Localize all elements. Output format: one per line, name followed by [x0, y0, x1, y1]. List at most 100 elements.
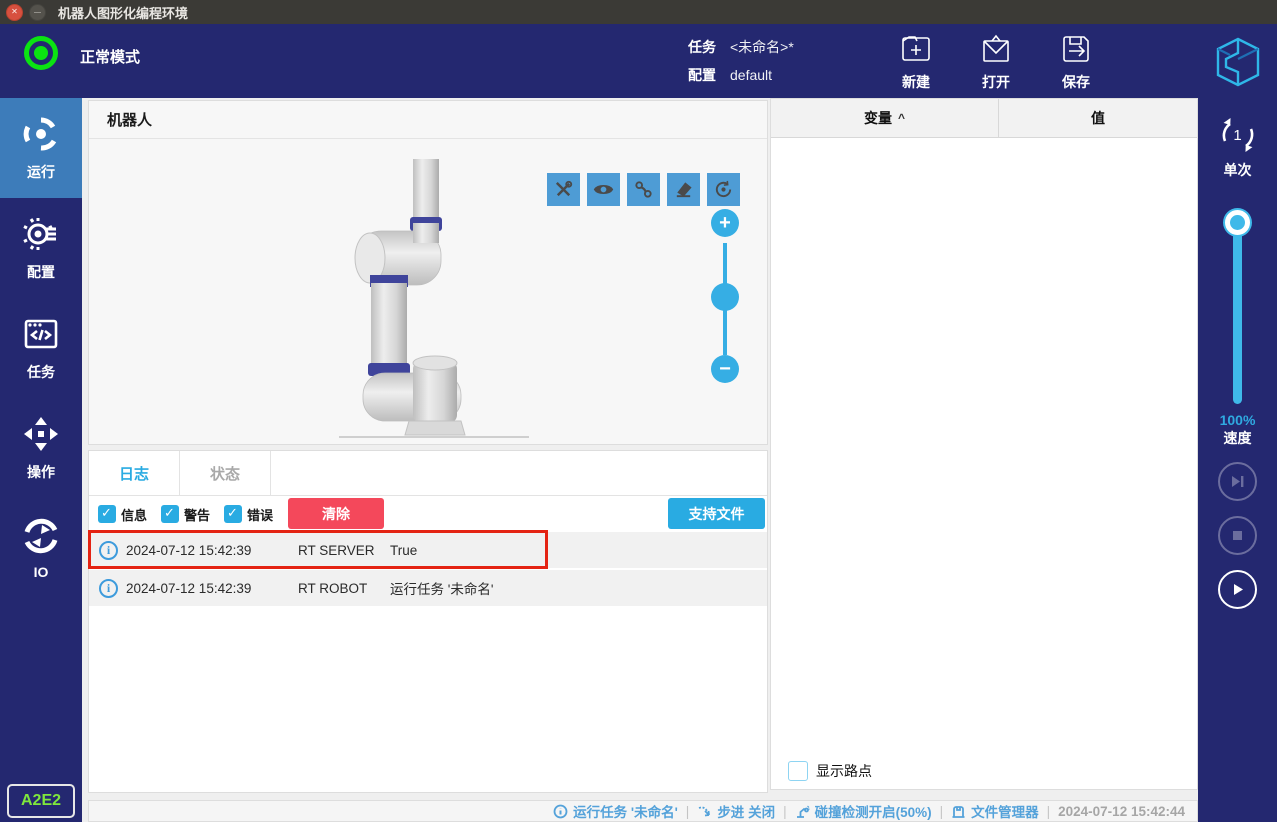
left-sidebar: 运行 配置 任务 操作 IO A2E2	[0, 98, 82, 822]
log-list: 2024-07-12 15:42:39 RT SERVER True 2024-…	[88, 530, 767, 606]
log-filter-row: 信息 警告 错误 清除 支持文件	[89, 496, 767, 532]
variables-panel: 变量 ^ 值 显示路点	[770, 98, 1198, 790]
robot-panel-title: 机器人	[89, 101, 767, 139]
status-separator: |	[783, 803, 787, 819]
reset-view-icon	[715, 180, 732, 198]
zoom-control: + −	[711, 209, 739, 383]
column-value-label: 值	[1091, 110, 1105, 126]
zoom-slider-handle[interactable]	[711, 283, 739, 311]
show-waypoints-checkbox[interactable]	[788, 761, 808, 781]
save-task-button[interactable]: 保存	[1044, 32, 1108, 92]
new-task-label: 新建	[902, 74, 930, 90]
log-time: 2024-07-12 15:42:39	[126, 580, 252, 596]
status-running-task[interactable]: 运行任务 '未命名'	[553, 801, 678, 821]
status-file-manager-label: 文件管理器	[971, 805, 1039, 820]
loop-count-indicator: 1	[1215, 112, 1261, 158]
log-row[interactable]: 2024-07-12 15:42:39 RT ROBOT 运行任务 '未命名'	[89, 570, 767, 606]
collision-icon	[796, 805, 810, 818]
robot-3d-view[interactable]	[339, 151, 529, 441]
support-files-button[interactable]: 支持文件	[668, 498, 765, 529]
filter-error-label: 错误	[247, 507, 274, 523]
config-value: default	[730, 67, 773, 83]
sidebar-item-io[interactable]: IO	[0, 498, 82, 598]
speed-slider-track[interactable]	[1233, 216, 1242, 404]
sidebar-item-config[interactable]: 配置	[0, 198, 82, 298]
open-task-button[interactable]: 打开	[964, 32, 1028, 92]
filter-error[interactable]: 错误	[224, 505, 273, 524]
tab-log[interactable]: 日志	[89, 451, 180, 496]
play-button[interactable]	[1218, 570, 1257, 609]
status-collision-detect-label: 碰撞检测开启(50%)	[814, 805, 932, 820]
sidebar-item-run-label: 运行	[27, 163, 55, 180]
info-checkbox[interactable]	[98, 505, 116, 523]
log-time: 2024-07-12 15:42:39	[126, 542, 252, 558]
speed-label: 速度	[1223, 430, 1252, 446]
task-value: <未命名>*	[730, 39, 794, 55]
filter-warning[interactable]: 警告	[161, 505, 210, 524]
variables-body	[771, 138, 1197, 753]
window-titlebar: 机器人图形化编程环境	[0, 0, 1277, 24]
status-file-manager[interactable]: 文件管理器	[951, 801, 1039, 821]
erase-button[interactable]	[667, 173, 700, 206]
speed-slider	[1198, 210, 1277, 410]
step-icon	[698, 806, 711, 816]
zoom-in-button[interactable]: +	[711, 209, 739, 237]
eraser-icon	[676, 182, 692, 198]
app-header: 正常模式 任务 <未命名>* 配置 default 新建 打开 保存	[0, 24, 1277, 98]
tools-button[interactable]	[547, 173, 580, 206]
log-row[interactable]: 2024-07-12 15:42:39 RT SERVER True	[88, 530, 767, 569]
window-minimize-icon[interactable]	[29, 3, 46, 21]
sidebar-item-task[interactable]: 任务	[0, 298, 82, 398]
io-icon	[24, 518, 58, 553]
sidebar-item-run[interactable]: 运行	[0, 98, 82, 198]
status-running-task-label: 运行任务 '未命名'	[573, 805, 678, 820]
robot-view-toolbar	[547, 173, 740, 206]
tools-icon	[555, 180, 573, 197]
stop-button[interactable]	[1218, 516, 1257, 555]
filter-info[interactable]: 信息	[98, 505, 147, 524]
status-collision-detect[interactable]: 碰撞检测开启(50%)	[795, 801, 932, 821]
new-task-button[interactable]: 新建	[884, 32, 948, 92]
window-title: 机器人图形化编程环境	[58, 5, 189, 21]
config-row: 配置 default	[688, 61, 794, 89]
mode-label: 正常模式	[80, 49, 141, 66]
info-icon	[99, 578, 118, 598]
column-value[interactable]: 值	[999, 99, 1197, 137]
speed-readout: 100% 速度	[1198, 412, 1277, 448]
log-message: 运行任务 '未命名'	[390, 582, 494, 597]
log-source: RT SERVER	[298, 542, 375, 558]
column-variable[interactable]: 变量 ^	[771, 99, 999, 137]
open-task-label: 打开	[982, 74, 1010, 90]
status-separator: |	[1046, 803, 1051, 819]
error-checkbox[interactable]	[224, 505, 243, 523]
status-step-mode[interactable]: 步进 关闭	[697, 801, 775, 821]
zoom-out-button[interactable]: −	[711, 355, 739, 383]
step-forward-button[interactable]	[1218, 462, 1257, 501]
reset-view-button[interactable]	[707, 173, 740, 206]
loop-mode-control[interactable]: 1 单次	[1198, 112, 1277, 180]
save-task-label: 保存	[1062, 74, 1090, 90]
status-timestamp: 2024-07-12 15:42:44	[1058, 803, 1185, 819]
path-button[interactable]	[627, 173, 660, 206]
app-window: 机器人图形化编程环境 正常模式 任务 <未命名>* 配置 default 新建	[0, 0, 1277, 822]
status-separator: |	[939, 803, 944, 819]
step-forward-icon	[1232, 476, 1244, 487]
open-file-icon	[983, 34, 1009, 62]
sidebar-item-operate[interactable]: 操作	[0, 398, 82, 498]
robot-panel: 机器人 + −	[88, 100, 768, 445]
visibility-button[interactable]	[587, 173, 620, 206]
speed-slider-handle[interactable]	[1225, 210, 1250, 235]
device-badge: A2E2	[7, 784, 75, 818]
show-waypoints-label: 显示路点	[816, 763, 872, 779]
robot-arm-image	[339, 159, 529, 438]
warning-checkbox[interactable]	[161, 505, 180, 523]
filter-info-label: 信息	[121, 507, 148, 523]
play-icon	[1234, 584, 1243, 595]
window-close-icon[interactable]	[6, 3, 23, 21]
tab-status[interactable]: 状态	[180, 451, 271, 496]
clear-button[interactable]: 清除	[288, 498, 384, 529]
run-control-sidebar: 1 单次 100% 速度	[1198, 98, 1277, 822]
sidebar-item-io-label: 操作	[27, 463, 55, 480]
task-config-block: 任务 <未命名>* 配置 default	[688, 33, 794, 89]
stop-icon	[1233, 531, 1242, 540]
